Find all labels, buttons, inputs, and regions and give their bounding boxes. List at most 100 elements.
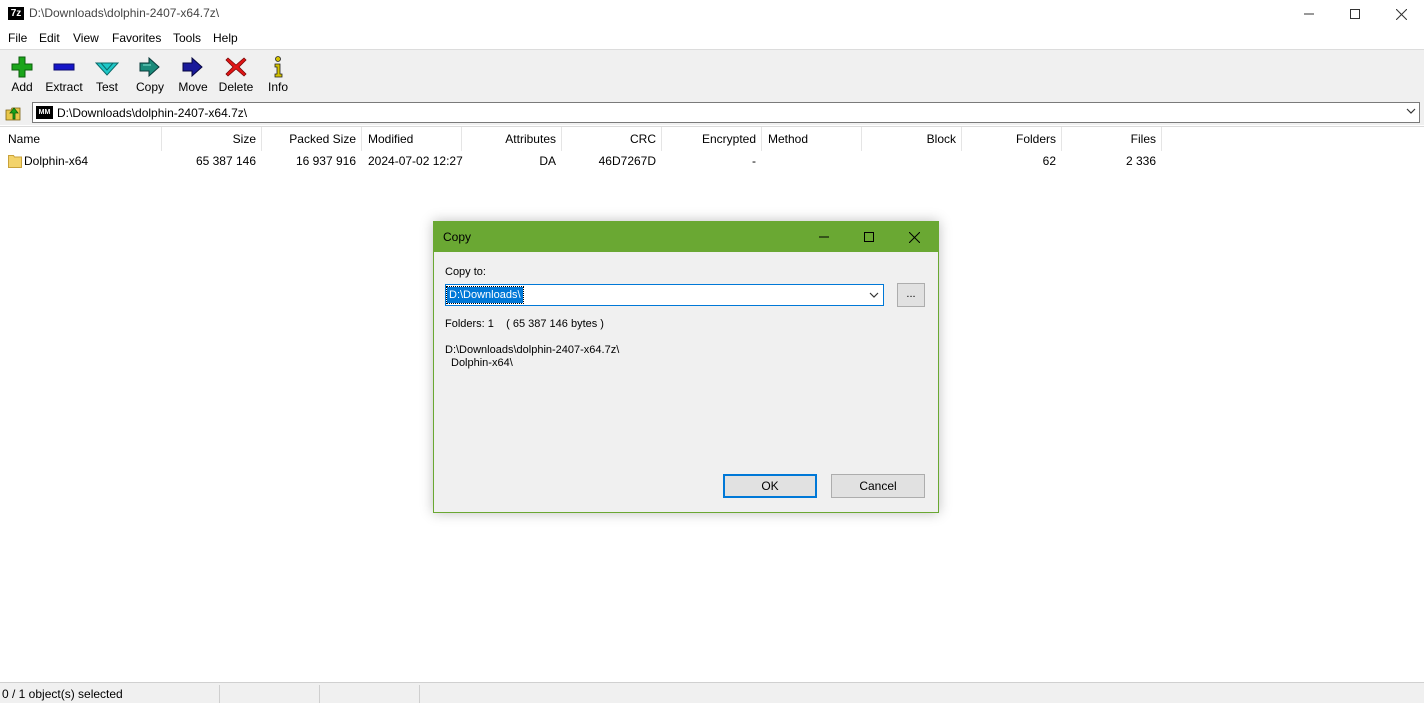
col-divider[interactable] — [161, 127, 162, 151]
cell-name: Dolphin-x64 — [24, 154, 89, 168]
info-icon — [274, 56, 283, 78]
ok-button[interactable]: OK — [723, 474, 817, 498]
add-label: Add — [11, 80, 33, 94]
move-button[interactable]: Move — [171, 53, 215, 99]
minus-icon — [53, 63, 75, 71]
test-label: Test — [95, 80, 118, 94]
window-titlebar: 7z D:\Downloads\dolphin-2407-x64.7z\ — [0, 0, 1424, 28]
menu-file[interactable]: File — [8, 31, 27, 45]
copy-button[interactable]: Copy — [128, 53, 172, 99]
x-icon — [225, 57, 247, 77]
source-archive-path: D:\Downloads\dolphin-2407-x64.7z\ — [445, 344, 620, 356]
address-bar: MM D:\Downloads\dolphin-2407-x64.7z\ — [0, 101, 1424, 125]
archive-icon: MM — [36, 106, 53, 119]
col-divider[interactable] — [561, 127, 562, 151]
move-label: Move — [178, 80, 208, 94]
cell-files: 2 336 — [1125, 154, 1156, 168]
cell-size: 65 387 146 — [195, 154, 256, 168]
copy-dialog: Copy Copy to: D:\Downloads\ ... Folders:… — [433, 221, 939, 513]
toolbar: Add Extract Test Copy Move Delete Info — [0, 49, 1424, 102]
test-button[interactable]: Test — [85, 53, 129, 99]
col-header-files[interactable]: Files — [1131, 132, 1156, 146]
cell-modified: 2024-07-02 12:27 — [368, 154, 463, 168]
minimize-icon — [1304, 13, 1314, 15]
folder-icon — [8, 155, 22, 168]
app-icon: 7z — [8, 7, 24, 20]
add-button[interactable]: Add — [0, 53, 44, 99]
dialog-minimize-button[interactable] — [801, 222, 846, 252]
chevron-down-icon[interactable] — [1406, 107, 1416, 115]
dialog-title: Copy — [443, 230, 472, 244]
destination-path-combobox[interactable]: D:\Downloads\ — [445, 284, 884, 306]
copy-to-label: Copy to: — [445, 266, 486, 278]
source-item-path: Dolphin-x64\ — [451, 357, 513, 369]
col-header-crc[interactable]: CRC — [630, 132, 656, 146]
window-title: D:\Downloads\dolphin-2407-x64.7z\ — [29, 6, 220, 20]
menu-favorites[interactable]: Favorites — [112, 31, 161, 45]
copy-label: Copy — [135, 80, 164, 94]
col-header-packed-size[interactable]: Packed Size — [289, 132, 356, 146]
cell-attributes: DA — [539, 154, 556, 168]
col-header-block[interactable]: Block — [927, 132, 956, 146]
menu-bar: File Edit View Favorites Tools Help — [0, 28, 1424, 48]
check-chevron-icon — [95, 62, 119, 76]
info-button[interactable]: Info — [256, 53, 300, 99]
status-bar: 0 / 1 object(s) selected — [0, 682, 1424, 703]
maximize-button[interactable] — [1332, 0, 1378, 28]
plus-icon — [11, 56, 33, 78]
status-divider — [319, 685, 320, 703]
status-divider — [419, 685, 420, 703]
maximize-icon — [863, 232, 874, 242]
cell-encrypted: - — [752, 154, 756, 168]
address-combobox[interactable]: MM D:\Downloads\dolphin-2407-x64.7z\ — [32, 102, 1420, 123]
col-header-modified[interactable]: Modified — [368, 132, 413, 146]
col-divider[interactable] — [1161, 127, 1162, 151]
dialog-maximize-button[interactable] — [846, 222, 891, 252]
status-selection: 0 / 1 object(s) selected — [2, 687, 123, 701]
menu-view[interactable]: View — [73, 31, 99, 45]
info-label: Info — [267, 80, 288, 94]
close-icon — [1395, 8, 1407, 20]
delete-label: Delete — [218, 80, 254, 94]
address-path: D:\Downloads\dolphin-2407-x64.7z\ — [57, 106, 248, 120]
cancel-button[interactable]: Cancel — [831, 474, 925, 498]
col-header-encrypted[interactable]: Encrypted — [702, 132, 756, 146]
col-divider[interactable] — [961, 127, 962, 151]
col-divider[interactable] — [761, 127, 762, 151]
close-icon — [909, 231, 920, 243]
close-button[interactable] — [1378, 0, 1424, 28]
col-divider[interactable] — [361, 127, 362, 151]
col-divider[interactable] — [1061, 127, 1062, 151]
col-header-attributes[interactable]: Attributes — [505, 132, 556, 146]
folder-up-icon — [5, 107, 21, 121]
col-divider[interactable] — [861, 127, 862, 151]
arrow-right-icon — [182, 56, 203, 78]
col-header-size[interactable]: Size — [233, 132, 256, 146]
col-divider[interactable] — [261, 127, 262, 151]
maximize-icon — [1350, 9, 1360, 19]
col-header-method[interactable]: Method — [768, 132, 808, 146]
menu-edit[interactable]: Edit — [39, 31, 60, 45]
double-arrow-icon — [139, 56, 160, 78]
destination-path-input[interactable]: D:\Downloads\ — [446, 286, 524, 304]
browse-button[interactable]: ... — [897, 283, 925, 307]
cell-folders: 62 — [1042, 154, 1056, 168]
col-header-folders[interactable]: Folders — [1016, 132, 1056, 146]
cell-crc: 46D7267D — [598, 154, 656, 168]
dialog-titlebar[interactable]: Copy — [434, 222, 938, 252]
selection-info: Folders: 1 ( 65 387 146 bytes ) — [445, 318, 604, 330]
chevron-down-icon[interactable] — [869, 291, 879, 299]
up-folder-button[interactable] — [4, 104, 24, 122]
minimize-button[interactable] — [1286, 0, 1332, 28]
minimize-icon — [818, 236, 829, 238]
delete-button[interactable]: Delete — [214, 53, 258, 99]
col-header-name[interactable]: Name — [8, 132, 40, 146]
status-divider — [219, 685, 220, 703]
menu-help[interactable]: Help — [213, 31, 238, 45]
dialog-close-button[interactable] — [892, 222, 937, 252]
extract-button[interactable]: Extract — [42, 53, 86, 99]
cell-packed-size: 16 937 916 — [295, 154, 356, 168]
menu-tools[interactable]: Tools — [173, 31, 201, 45]
col-divider[interactable] — [661, 127, 662, 151]
col-divider[interactable] — [461, 127, 462, 151]
